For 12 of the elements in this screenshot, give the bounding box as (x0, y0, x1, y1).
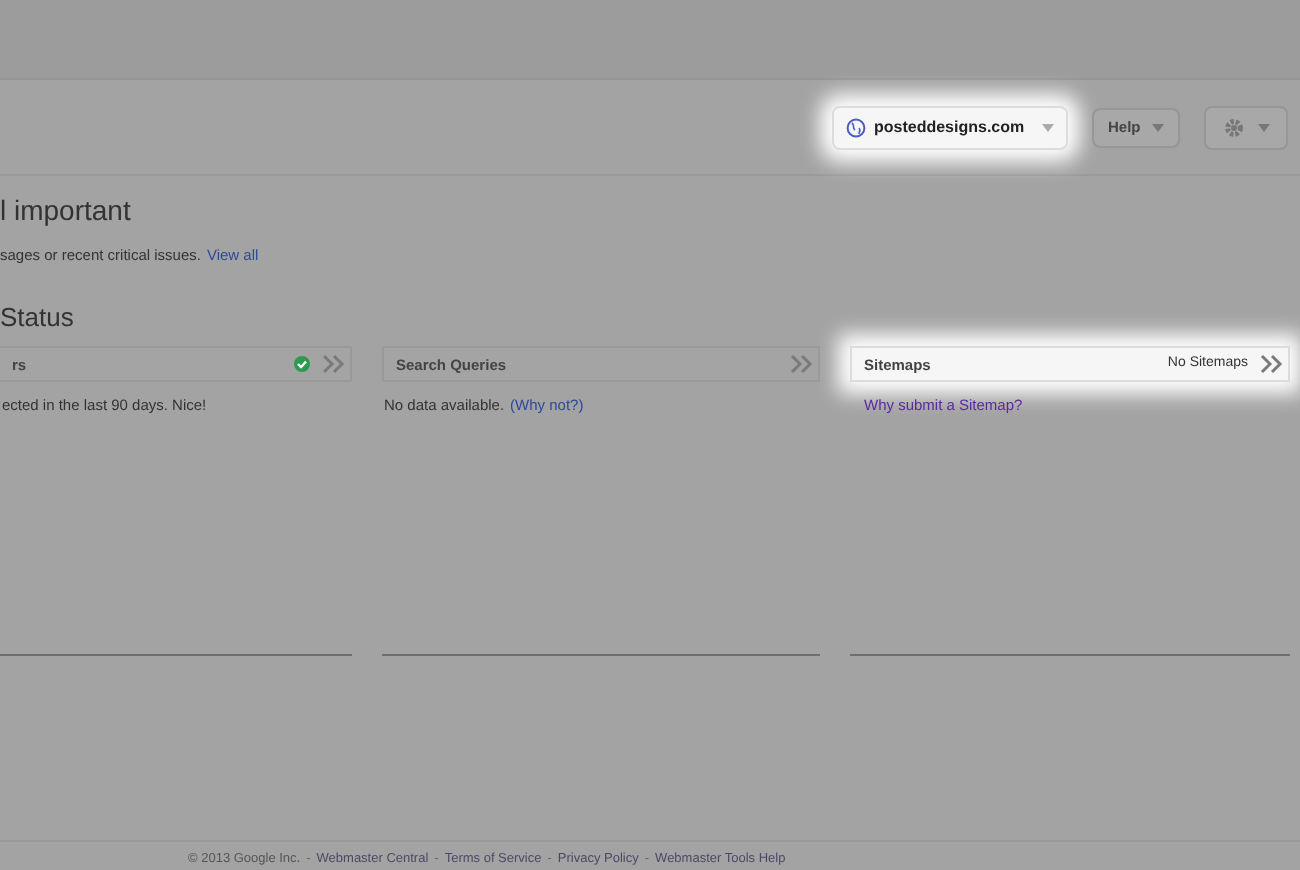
globe-icon (846, 117, 866, 137)
section-title: Status (0, 304, 76, 331)
double-chevron-icon[interactable] (322, 354, 346, 375)
caret-icon (1152, 123, 1164, 131)
double-chevron-icon[interactable] (790, 354, 814, 375)
settings-icon (1222, 115, 1246, 139)
double-chevron-icon[interactable] (1260, 354, 1284, 375)
settings-button[interactable] (1204, 105, 1288, 149)
page-heading: l important (0, 196, 133, 224)
caret-icon (1042, 123, 1054, 131)
caret-icon (1258, 123, 1270, 131)
site-selector-dropdown[interactable]: posteddesigns.com (832, 105, 1068, 149)
